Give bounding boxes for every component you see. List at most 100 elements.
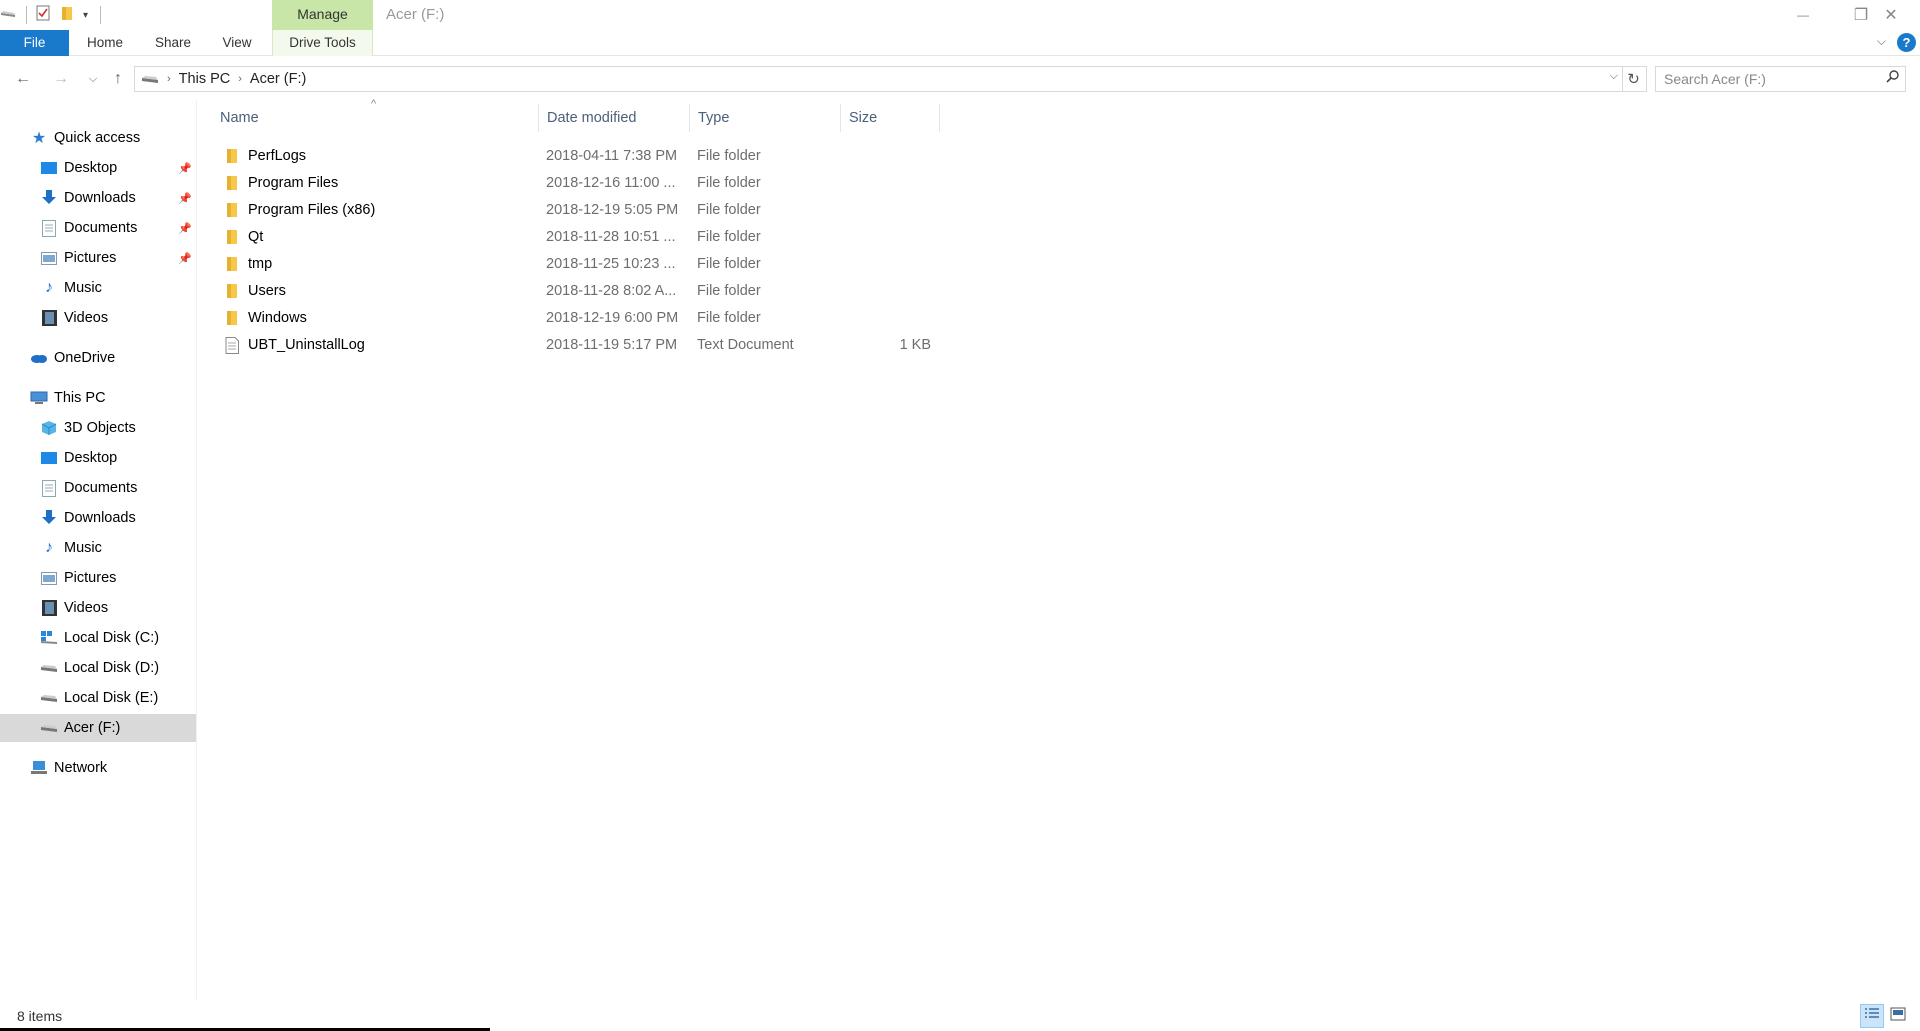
item-count: 8 items [17, 1008, 63, 1024]
drive-icon [40, 689, 58, 707]
nav-quick-videos[interactable]: Videos [0, 304, 196, 332]
nav-pc-desktop[interactable]: Desktop [0, 444, 196, 472]
download-arrow-icon [40, 509, 58, 527]
search-box[interactable] [1655, 66, 1906, 92]
nav-acer-f[interactable]: Acer (F:) [0, 714, 196, 742]
large-icons-view-button[interactable] [1886, 1004, 1910, 1028]
nav-pc-music[interactable]: ♪ Music [0, 534, 196, 562]
column-header-type[interactable]: Type [690, 102, 840, 134]
up-arrow-icon: ↑ [114, 70, 122, 87]
file-row-tmp[interactable]: tmp 2018-11-25 10:23 ... File folder [218, 251, 938, 278]
search-icon[interactable] [1886, 70, 1899, 86]
folder-icon [224, 283, 240, 303]
nav-pc-downloads[interactable]: Downloads [0, 504, 196, 532]
expand-ribbon-icon[interactable]: ⌵ [1877, 34, 1886, 49]
breadcrumb-separator-icon[interactable]: › [238, 73, 242, 85]
refresh-icon: ↻ [1627, 71, 1640, 88]
column-header-name[interactable]: Name [212, 102, 537, 134]
breadcrumb-separator-icon[interactable]: › [167, 73, 171, 85]
nav-network[interactable]: Network [0, 754, 196, 782]
forward-button[interactable]: → [48, 64, 74, 94]
back-arrow-icon: ← [15, 70, 31, 87]
file-row-users[interactable]: Users 2018-11-28 8:02 A... File folder [218, 278, 938, 305]
close-button[interactable]: ✕ [1862, 0, 1920, 30]
windows-drive-icon [40, 629, 58, 647]
nav-quick-documents[interactable]: Documents 📌 [0, 214, 196, 242]
nav-quick-pictures[interactable]: Pictures 📌 [0, 244, 196, 272]
tab-share[interactable]: Share [148, 30, 198, 56]
nav-pc-documents[interactable]: Documents [0, 474, 196, 502]
title-bar: ▾ Manage Acer (F:) — ❐ ✕ [0, 0, 1920, 30]
nav-quick-downloads[interactable]: Downloads 📌 [0, 184, 196, 212]
column-header-size[interactable]: Size [841, 102, 939, 134]
nav-quick-access[interactable]: ★ Quick access [0, 124, 196, 152]
properties-icon[interactable] [35, 5, 51, 25]
nav-local-disk-d[interactable]: Local Disk (D:) [0, 654, 196, 682]
folder-icon [224, 229, 240, 249]
folder-icon [224, 310, 240, 330]
up-button[interactable]: ↑ [105, 64, 131, 94]
window-title: Acer (F:) [386, 6, 445, 23]
nav-local-disk-c[interactable]: Local Disk (C:) [0, 624, 196, 652]
text-document-icon [224, 337, 240, 358]
drive-icon [40, 659, 58, 677]
details-view-button[interactable] [1860, 1004, 1884, 1028]
documents-icon [40, 219, 58, 237]
drive-icon [141, 73, 159, 85]
file-row-ubt-uninstalllog[interactable]: UBT_UninstallLog 2018-11-19 5:17 PM Text… [218, 332, 938, 359]
tab-file[interactable]: File [0, 30, 69, 56]
status-bar: 8 items [0, 1001, 1920, 1031]
new-folder-icon[interactable] [59, 5, 75, 25]
desktop-icon [40, 449, 58, 467]
file-row-windows[interactable]: Windows 2018-12-19 6:00 PM File folder [218, 305, 938, 332]
nav-quick-music[interactable]: ♪ Music [0, 274, 196, 302]
cloud-icon [30, 349, 48, 367]
pin-icon[interactable]: 📌 [178, 192, 192, 205]
navigation-pane: ★ Quick access Desktop 📌 Downloads 📌 Doc… [0, 100, 196, 1000]
details-view-icon [1864, 1007, 1880, 1025]
close-icon: ✕ [1884, 7, 1898, 24]
folder-icon [224, 175, 240, 195]
pictures-icon [40, 249, 58, 267]
tab-view[interactable]: View [215, 30, 259, 56]
pin-icon[interactable]: 📌 [178, 222, 192, 235]
column-divider[interactable] [939, 104, 940, 132]
nav-local-disk-e[interactable]: Local Disk (E:) [0, 684, 196, 712]
nav-onedrive[interactable]: OneDrive [0, 344, 196, 372]
back-button[interactable]: ← [10, 64, 36, 94]
film-icon [40, 309, 58, 327]
nav-this-pc[interactable]: This PC [0, 384, 196, 412]
tab-home[interactable]: Home [80, 30, 130, 56]
breadcrumb-acer-f[interactable]: Acer (F:) [250, 71, 306, 87]
file-row-program-files[interactable]: Program Files 2018-12-16 11:00 ... File … [218, 170, 938, 197]
navigation-pane-divider[interactable] [196, 100, 197, 1000]
network-icon [30, 759, 48, 777]
drive-icon[interactable] [0, 6, 16, 24]
manage-tab[interactable]: Manage [272, 0, 373, 30]
search-input[interactable] [1656, 67, 1866, 91]
address-bar[interactable]: › This PC › Acer (F:) ⌵ [134, 66, 1623, 92]
refresh-button[interactable]: ↻ [1621, 66, 1647, 92]
nav-pc-videos[interactable]: Videos [0, 594, 196, 622]
computer-icon [30, 389, 48, 407]
address-dropdown-icon[interactable]: ⌵ [1610, 70, 1618, 83]
file-row-qt[interactable]: Qt 2018-11-28 10:51 ... File folder [218, 224, 938, 251]
music-note-icon: ♪ [45, 279, 53, 296]
breadcrumb-this-pc[interactable]: This PC [179, 71, 231, 87]
help-icon[interactable]: ? [1897, 33, 1916, 52]
minimize-button[interactable]: — [1774, 0, 1832, 30]
customize-toolbar-icon[interactable]: ▾ [83, 10, 88, 21]
folder-icon [224, 256, 240, 276]
large-icons-view-icon [1890, 1007, 1906, 1025]
column-header-date-modified[interactable]: Date modified [539, 102, 689, 134]
tab-drive-tools[interactable]: Drive Tools [272, 30, 373, 56]
file-row-program-files-x86[interactable]: Program Files (x86) 2018-12-19 5:05 PM F… [218, 197, 938, 224]
nav-3d-objects[interactable]: 3D Objects [0, 414, 196, 442]
nav-quick-desktop[interactable]: Desktop 📌 [0, 154, 196, 182]
address-row: ← → ⌵ ↑ › This PC › Acer (F:) ⌵ ↻ [0, 64, 1920, 94]
file-row-perflogs[interactable]: PerfLogs 2018-04-11 7:38 PM File folder [218, 143, 938, 170]
pin-icon[interactable]: 📌 [178, 162, 192, 175]
nav-pc-pictures[interactable]: Pictures [0, 564, 196, 592]
recent-locations-button[interactable]: ⌵ [80, 64, 106, 94]
pin-icon[interactable]: 📌 [178, 252, 192, 265]
